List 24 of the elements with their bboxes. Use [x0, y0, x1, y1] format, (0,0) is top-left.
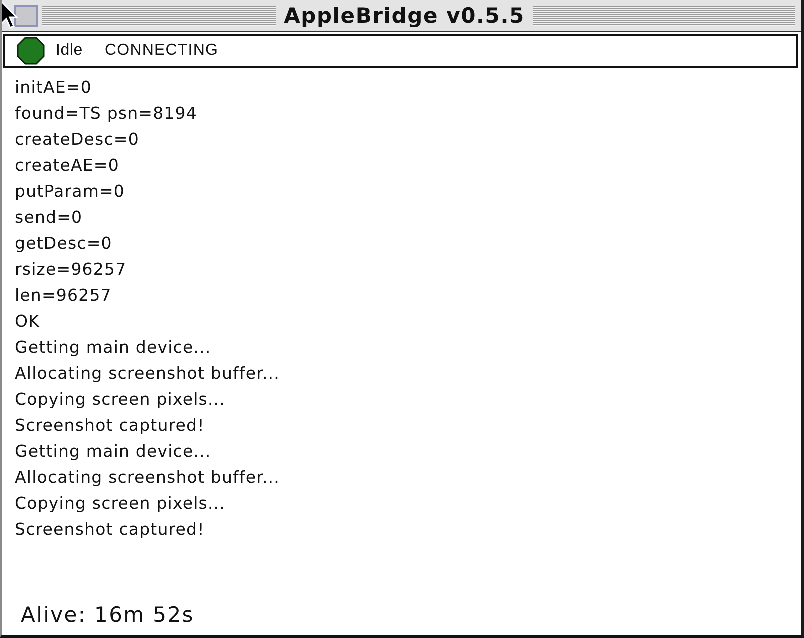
- log-line: putParam=0: [15, 181, 126, 203]
- log-line: Allocating screenshot buffer...: [15, 363, 280, 385]
- log-line: Screenshot captured!: [15, 519, 205, 541]
- status-light-icon: [17, 37, 45, 65]
- close-box[interactable]: [14, 4, 38, 26]
- status-text: Idle: [56, 42, 83, 60]
- log-line: send=0: [15, 207, 83, 229]
- log-line: Getting main device...: [15, 337, 212, 359]
- log-line: found=TS psn=8194: [15, 103, 198, 125]
- log-line: rsize=96257: [15, 259, 127, 281]
- log-line: createAE=0: [15, 155, 120, 177]
- log-line: Screenshot captured!: [15, 415, 205, 437]
- log-line: getDesc=0: [15, 233, 112, 255]
- log-line: Allocating screenshot buffer...: [15, 467, 280, 489]
- window-title: AppleBridge v0.5.5: [283, 4, 526, 28]
- log-line: Copying screen pixels...: [15, 493, 226, 515]
- log-line: OK: [15, 311, 40, 333]
- log-line: len=96257: [15, 285, 112, 307]
- uptime-text: Alive: 16m 52s: [21, 602, 194, 628]
- log-line: Getting main device...: [15, 441, 212, 463]
- log-line: Copying screen pixels...: [15, 389, 226, 411]
- connection-status: CONNECTING: [105, 42, 219, 60]
- log-line: createDesc=0: [15, 129, 140, 151]
- log-line: initAE=0: [15, 77, 92, 99]
